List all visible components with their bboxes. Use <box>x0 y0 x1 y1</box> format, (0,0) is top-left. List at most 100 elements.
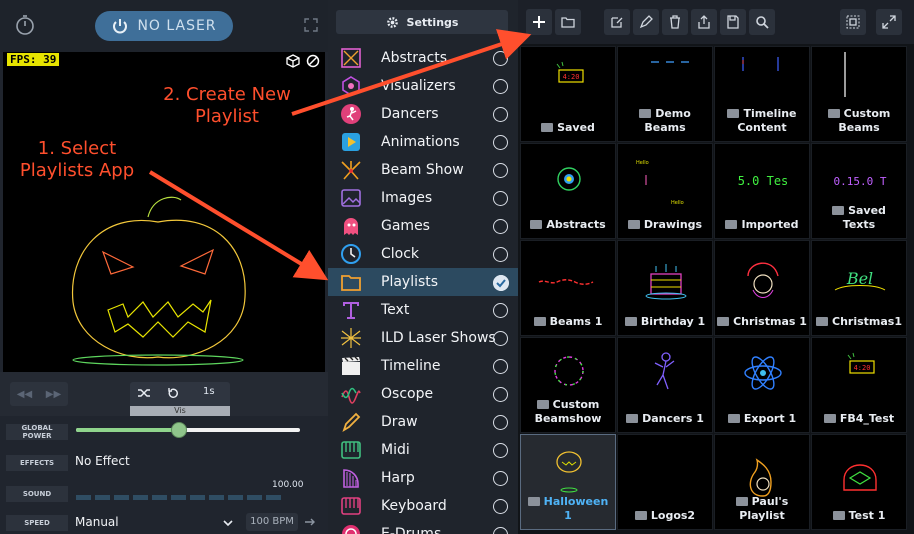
timer-icon[interactable] <box>14 14 36 36</box>
select-all-button[interactable] <box>840 9 866 35</box>
playlist-item-beams-1[interactable]: Beams 1 <box>520 240 616 336</box>
menu-item-clock[interactable]: Clock <box>328 240 518 268</box>
menu-item-timeline[interactable]: Timeline <box>328 352 518 380</box>
ring-thumb <box>554 356 584 386</box>
svg-text:4:20: 4:20 <box>563 73 580 81</box>
menu-item-dancers[interactable]: Dancers <box>328 100 518 128</box>
fullscreen-button[interactable] <box>876 9 902 35</box>
skip-buttons[interactable]: ◀◀ ▶▶ <box>10 382 68 406</box>
save-button[interactable] <box>720 9 746 35</box>
edit-icon <box>611 17 623 28</box>
rename-button[interactable] <box>633 9 659 35</box>
expand-icon[interactable] <box>303 17 319 33</box>
playlist-item-saved[interactable]: 4:20 Saved <box>520 46 616 142</box>
menu-item-animations[interactable]: Animations <box>328 128 518 156</box>
playlist-item-dancers-1[interactable]: Dancers 1 <box>617 337 713 433</box>
pumpkin-graphic <box>71 196 246 366</box>
radio-icon[interactable] <box>493 331 508 346</box>
menu-item-ild-laser-shows[interactable]: ILD Laser Shows <box>328 324 518 352</box>
playlist-item-christmas-1[interactable]: Christmas 1 <box>714 240 810 336</box>
previous-icon[interactable]: ◀◀ <box>17 389 32 400</box>
menu-item-abstracts[interactable]: Abstracts <box>328 44 518 72</box>
radio-icon[interactable] <box>493 247 508 262</box>
new-folder-button[interactable] <box>555 9 581 35</box>
playlist-item-birthday-1[interactable]: Birthday 1 <box>617 240 713 336</box>
cube-icon[interactable] <box>286 54 300 68</box>
blackout-icon[interactable] <box>306 54 320 68</box>
menu-item-midi[interactable]: Midi <box>328 436 518 464</box>
playlist-item-timeline-content[interactable]: Timeline Content <box>714 46 810 142</box>
slider-knob[interactable] <box>171 422 188 438</box>
playlist-item-drawings[interactable]: Hello Hello Drawings <box>617 143 713 239</box>
playlist-item-test-1[interactable]: Test 1 <box>811 434 907 530</box>
menu-item-label: Abstracts <box>381 50 448 66</box>
radio-icon[interactable] <box>493 387 508 402</box>
playlist-item-custom-beams[interactable]: Custom Beams <box>811 46 907 142</box>
menu-item-games[interactable]: Games <box>328 212 518 240</box>
clock-thumb: 4:20 <box>847 352 875 374</box>
playlist-item-label: Dancers 1 <box>620 412 710 426</box>
radio-icon[interactable] <box>493 415 508 430</box>
playlist-item-fb4-test[interactable]: 4:20 FB4_Test <box>811 337 907 433</box>
bpm-input[interactable]: 100 BPM <box>246 513 298 531</box>
radio-icon[interactable] <box>493 471 508 486</box>
radio-icon[interactable] <box>493 51 508 66</box>
menu-item-oscope[interactable]: Oscope <box>328 380 518 408</box>
menu-item-keyboard[interactable]: Keyboard <box>328 492 518 520</box>
playlist-item-text: Saved <box>557 121 595 134</box>
radio-icon[interactable] <box>493 499 508 514</box>
next-icon[interactable]: ▶▶ <box>46 389 61 400</box>
menu-item-playlists[interactable]: Playlists <box>328 268 518 296</box>
repeat-icon[interactable] <box>167 386 181 400</box>
duration-value[interactable]: 1s <box>203 386 215 397</box>
radio-icon[interactable] <box>493 135 508 150</box>
playlist-item-imported[interactable]: 5.0 Tes Imported <box>714 143 810 239</box>
menu-item-beam-show[interactable]: Beam Show <box>328 156 518 184</box>
menu-item-images[interactable]: Images <box>328 184 518 212</box>
edit-button[interactable] <box>604 9 630 35</box>
menu-item-visualizers[interactable]: Visualizers <box>328 72 518 100</box>
sound-level-meter[interactable] <box>76 495 281 500</box>
laser-toggle-button[interactable]: NO LASER <box>95 11 233 41</box>
settings-button[interactable]: Settings <box>336 10 508 34</box>
menu-item-draw[interactable]: Draw <box>328 408 518 436</box>
playlist-item-label: Demo Beams <box>620 107 710 135</box>
playlist-item-text: Export 1 <box>743 412 797 425</box>
folder-icon <box>727 109 740 118</box>
arrow-right-icon[interactable] <box>304 516 316 528</box>
add-button[interactable] <box>526 9 552 35</box>
playlist-item-saved-texts[interactable]: 0.15.0 T Saved Texts <box>811 143 907 239</box>
playlist-item-christmas1[interactable]: Bel Christmas1 <box>811 240 907 336</box>
global-power-slider[interactable] <box>76 422 300 438</box>
delete-button[interactable] <box>662 9 688 35</box>
vis-label[interactable]: Vis <box>130 406 230 416</box>
radio-icon[interactable] <box>493 219 508 234</box>
playlist-item-custom-beamshow[interactable]: Custom Beamshow <box>520 337 616 433</box>
chevron-down-icon[interactable] <box>222 517 234 529</box>
menu-item-e-drums[interactable]: E-Drums <box>328 520 518 534</box>
radio-icon[interactable] <box>493 359 508 374</box>
radio-icon[interactable] <box>493 443 508 458</box>
playlist-item-logos2[interactable]: Logos2 <box>617 434 713 530</box>
radio-icon[interactable] <box>493 303 508 318</box>
svg-text:4:20: 4:20 <box>854 364 871 372</box>
speed-select[interactable]: Manual <box>75 515 119 529</box>
menu-item-label: Text <box>381 302 410 318</box>
menu-item-harp[interactable]: Harp <box>328 464 518 492</box>
playlist-item-demo-beams[interactable]: Demo Beams <box>617 46 713 142</box>
checkmark-icon[interactable] <box>493 275 509 291</box>
radio-icon[interactable] <box>493 107 508 122</box>
search-button[interactable] <box>749 9 775 35</box>
playlist-item-abstracts[interactable]: Abstracts <box>520 143 616 239</box>
radio-icon[interactable] <box>493 79 508 94</box>
radio-icon[interactable] <box>493 191 508 206</box>
share-button[interactable] <box>691 9 717 35</box>
playlist-item-halloween-1[interactable]: Halloween 1 <box>520 434 616 530</box>
radio-icon[interactable] <box>493 163 508 178</box>
shuffle-icon[interactable] <box>137 386 151 400</box>
effects-value[interactable]: No Effect <box>75 454 130 468</box>
radio-icon[interactable] <box>493 527 508 534</box>
menu-item-text[interactable]: Text <box>328 296 518 324</box>
playlist-item-export-1[interactable]: Export 1 <box>714 337 810 433</box>
playlist-item-paul-s-playlist[interactable]: Paul's Playlist <box>714 434 810 530</box>
